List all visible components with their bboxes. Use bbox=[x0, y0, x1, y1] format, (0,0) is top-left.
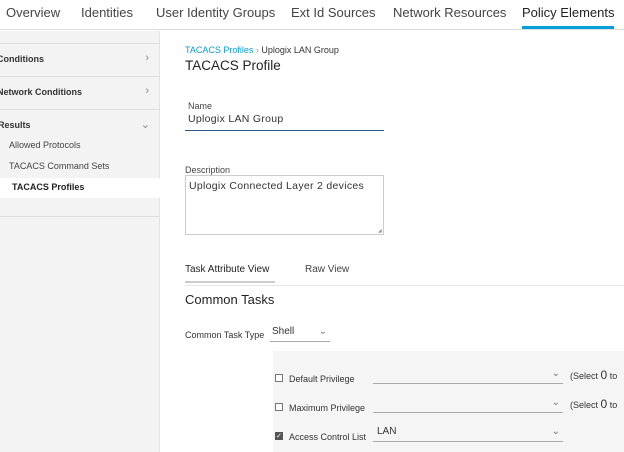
chevron-down-icon: ⌄ bbox=[318, 326, 327, 337]
divider bbox=[185, 285, 624, 286]
sidebar-item-tacacs-command-sets[interactable]: TACACS Command Sets bbox=[9, 161, 109, 171]
label: Network Conditions bbox=[0, 87, 82, 97]
default-privilege-row: Default Privilege ⌄ (Select 0 to bbox=[273, 368, 624, 392]
default-privilege-select[interactable]: ⌄ bbox=[373, 368, 563, 384]
access-control-list-checkbox[interactable] bbox=[275, 432, 283, 440]
top-nav: Overview Identities User Identity Groups… bbox=[0, 0, 624, 30]
hint-text: (Select bbox=[570, 371, 601, 381]
common-task-type-select[interactable]: Shell ⌄ bbox=[270, 326, 330, 342]
row-label: Maximum Privilege bbox=[289, 403, 366, 413]
maximum-privilege-select[interactable]: ⌄ bbox=[373, 397, 563, 413]
task-attributes-panel: Default Privilege ⌄ (Select 0 to Maximum… bbox=[273, 351, 624, 452]
name-input[interactable]: Uplogix LAN Group bbox=[185, 110, 384, 131]
chevron-down-icon: ⌄ bbox=[140, 119, 150, 131]
chevron-down-icon: ⌄ bbox=[551, 426, 560, 437]
hint-text: to bbox=[607, 400, 618, 410]
sidebar-item-tacacs-profiles[interactable]: TACACS Profiles bbox=[12, 182, 84, 192]
row-label: Access Control List bbox=[289, 432, 367, 442]
access-control-list-row: Access Control List LAN ⌄ bbox=[273, 426, 624, 450]
breadcrumb-current: Uplogix LAN Group bbox=[261, 45, 339, 55]
tab-overview[interactable]: Overview bbox=[6, 5, 60, 20]
sidebar-item-allowed-protocols[interactable]: Allowed Protocols bbox=[9, 140, 81, 150]
tab-task-attribute-view[interactable]: Task Attribute View bbox=[185, 264, 276, 283]
common-tasks-heading: Common Tasks bbox=[185, 292, 275, 307]
page-title: TACACS Profile bbox=[185, 58, 281, 73]
description-label: Description bbox=[185, 165, 231, 175]
maximum-privilege-row: Maximum Privilege ⌄ (Select 0 to bbox=[273, 397, 624, 421]
tab-network-resources[interactable]: Network Resources bbox=[393, 5, 506, 20]
tab-policy-elements[interactable]: Policy Elements bbox=[522, 5, 615, 29]
selected-value: LAN bbox=[377, 426, 397, 437]
chevron-down-icon: ⌄ bbox=[551, 368, 560, 379]
hint-text: to bbox=[607, 371, 618, 381]
hint-text: (Select bbox=[570, 400, 601, 410]
label: Conditions bbox=[0, 54, 44, 64]
row-label: Default Privilege bbox=[289, 374, 355, 384]
breadcrumb-link[interactable]: TACACS Profiles bbox=[185, 45, 253, 55]
sidebar-item-results[interactable]: Results ⌄ bbox=[0, 119, 158, 131]
breadcrumb-separator-icon: › bbox=[255, 45, 259, 55]
description-textarea[interactable]: Uplogix Connected Layer 2 devices bbox=[185, 175, 384, 235]
sidebar-item-network-conditions[interactable]: Network Conditions › bbox=[0, 85, 157, 97]
access-control-list-select[interactable]: LAN ⌄ bbox=[373, 426, 563, 442]
description-value: Uplogix Connected Layer 2 devices bbox=[189, 180, 365, 192]
maximum-privilege-checkbox[interactable] bbox=[275, 403, 283, 411]
default-privilege-checkbox[interactable] bbox=[275, 374, 283, 382]
hint: (Select 0 to bbox=[570, 397, 617, 411]
breadcrumb: TACACS Profiles › Uplogix LAN Group bbox=[185, 45, 339, 55]
chevron-down-icon: ⌄ bbox=[551, 397, 560, 408]
tab-identities[interactable]: Identities bbox=[81, 5, 133, 20]
sidebar: Conditions › Network Conditions › Results ⌄… bbox=[0, 31, 160, 452]
chevron-right-icon: › bbox=[145, 52, 149, 64]
label: Results bbox=[0, 120, 31, 130]
hint: (Select 0 to bbox=[570, 368, 617, 382]
selected-value: Shell bbox=[272, 326, 295, 337]
tab-ext-id-sources[interactable]: Ext Id Sources bbox=[291, 5, 376, 20]
common-task-type-label: Common Task Type bbox=[185, 330, 265, 340]
chevron-right-icon: › bbox=[145, 85, 149, 97]
tab-raw-view[interactable]: Raw View bbox=[305, 264, 349, 275]
sidebar-item-conditions[interactable]: Conditions › bbox=[0, 52, 157, 64]
tab-user-identity-groups[interactable]: User Identity Groups bbox=[156, 5, 275, 20]
